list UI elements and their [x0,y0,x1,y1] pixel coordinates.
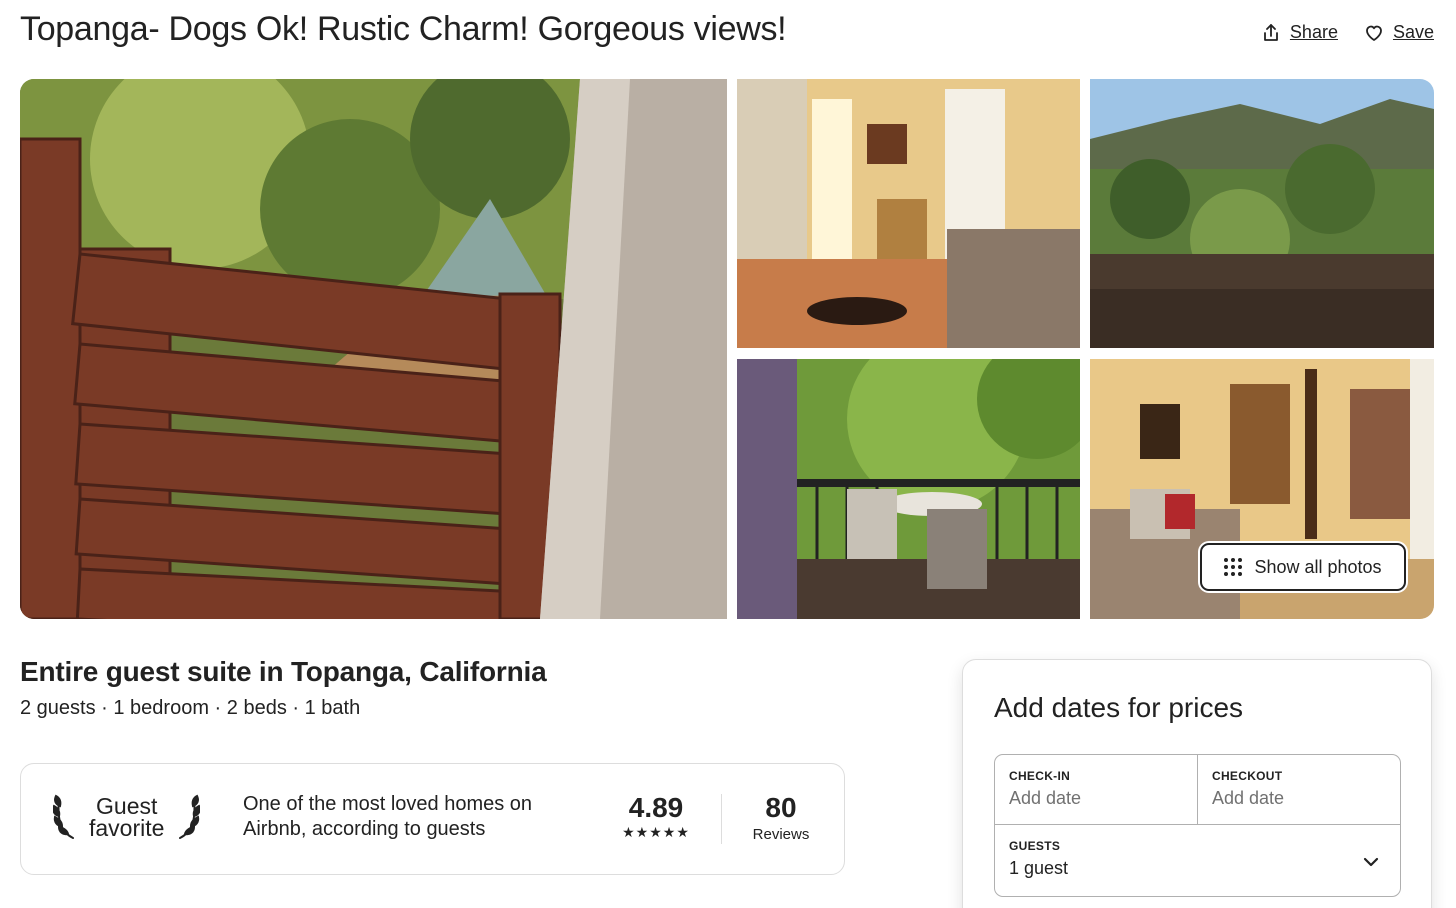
share-label: Share [1289,22,1338,42]
guests-label: GUESTS [1009,839,1061,853]
photo-canyon-view[interactable] [1090,79,1434,348]
guest-favorite-line1: Guest [96,793,158,819]
save-button[interactable]: Save [1364,22,1434,43]
rating-stars: ★★★★★ [622,824,690,840]
checkout-value: Add date [1212,788,1285,808]
checkin-field[interactable]: CHECK-IN Add date [995,755,1198,825]
guest-favorite-description: One of the most loved homes on Airbnb, a… [243,793,533,840]
rating-block: 4.89 ★★★★★ [616,792,696,841]
reviews-label: Reviews [752,826,810,843]
checkout-label: CHECKOUT [1212,769,1283,783]
guests-value: 1 guest [1009,858,1069,878]
laurel-left-icon [53,794,74,839]
heart-icon [1366,25,1382,41]
date-guest-picker: CHECK-IN Add date CHECKOUT Add date GUES… [994,754,1401,897]
photo-interior[interactable] [737,79,1080,348]
checkin-value: Add date [1009,788,1082,808]
guest-favorite-line2: favorite [89,815,165,841]
photo-main-gate[interactable] [20,79,727,619]
guest-favorite-label: Guest favorite [89,793,165,841]
share-button[interactable]: Share [1261,22,1338,43]
laurel-right-icon [179,794,201,839]
photo-gallery [20,79,1434,619]
grid-icon [1224,558,1243,576]
booking-widget: Add dates for prices CHECK-IN Add date C… [962,659,1432,908]
chevron-down-icon [1363,857,1379,867]
rating-value: 4.89 [628,792,684,823]
guest-favorite-card[interactable]: Guest favorite One of the most loved hom… [20,763,845,875]
share-icon [1264,23,1278,41]
reviews-count: 80 [765,792,797,823]
listing-details: 2 guests · 1 bedroom · 2 beds · 1 bath [20,697,361,719]
photo-balcony[interactable] [737,359,1080,619]
header-actions: Share Save [1261,22,1434,43]
guest-favorite-badge: Guest favorite [53,792,201,842]
save-label: Save [1392,22,1434,42]
checkin-label: CHECK-IN [1009,769,1071,783]
guests-dropdown[interactable]: GUESTS 1 guest [995,825,1400,897]
listing-title: Topanga- Dogs Ok! Rustic Charm! Gorgeous… [20,10,787,48]
show-all-photos-label: Show all photos [1254,556,1382,577]
booking-title: Add dates for prices [994,692,1244,723]
reviews-block[interactable]: 80 Reviews [741,792,821,843]
show-all-photos-button[interactable]: Show all photos [1200,543,1406,591]
card-divider [721,794,722,844]
listing-subtitle: Entire guest suite in Topanga, Californi… [20,656,547,687]
checkout-field[interactable]: CHECKOUT Add date [1198,755,1401,825]
